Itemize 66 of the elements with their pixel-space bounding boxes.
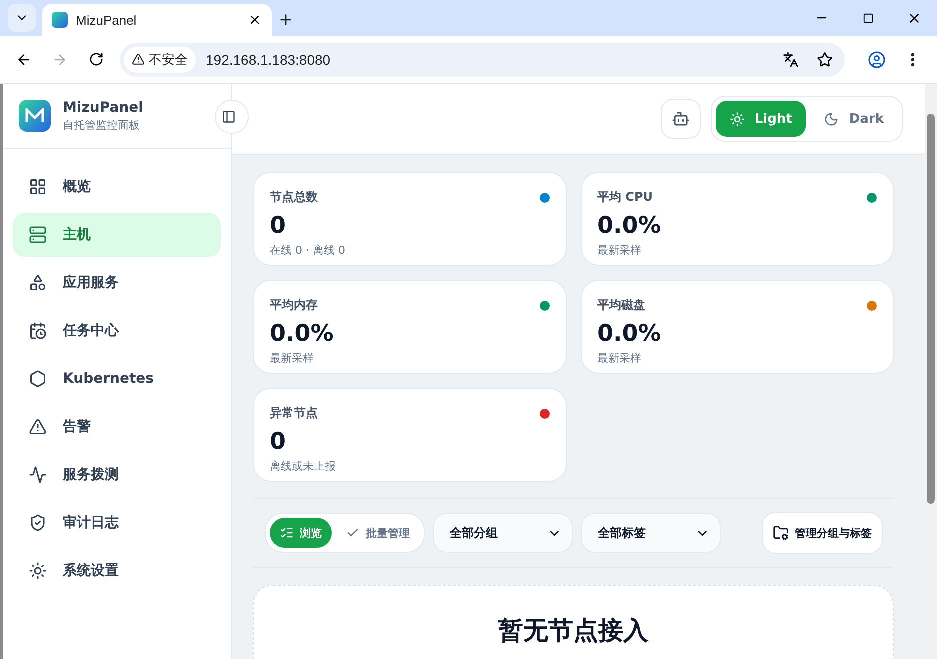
browser-tab[interactable]: MizuPanel bbox=[42, 4, 272, 36]
sun-icon bbox=[730, 112, 745, 126]
sidebar-item[interactable]: 应用服务 bbox=[13, 261, 221, 305]
hexagon-icon bbox=[29, 370, 47, 388]
robot-button[interactable] bbox=[660, 99, 701, 139]
settings-icon bbox=[29, 562, 47, 580]
brand-name: MizuPanel bbox=[63, 100, 144, 116]
grid-icon bbox=[29, 178, 47, 196]
sidebar-item[interactable]: 主机 bbox=[13, 213, 221, 257]
sidebar-item[interactable]: 任务中心 bbox=[13, 309, 221, 353]
filter-select[interactable]: 全部标签 bbox=[581, 513, 721, 553]
theme-option[interactable]: Dark bbox=[810, 101, 898, 137]
panel-icon bbox=[222, 110, 236, 124]
manage-groups-button[interactable]: 管理分组与标签 bbox=[762, 512, 883, 554]
stat-value: 0 bbox=[270, 429, 288, 455]
maximize-icon bbox=[862, 12, 874, 24]
stat-note: 最新采样 bbox=[598, 351, 642, 366]
sidebar-item[interactable]: Kubernetes bbox=[13, 357, 221, 401]
warning-icon bbox=[29, 418, 47, 436]
stat-title: 异常节点 bbox=[270, 405, 318, 422]
sidebar-item[interactable]: 服务拨测 bbox=[13, 453, 221, 497]
stat-note: 在线 0 · 离线 0 bbox=[270, 243, 346, 258]
warning-icon bbox=[132, 53, 145, 66]
folder-gear-icon bbox=[773, 525, 789, 541]
sidebar-item[interactable]: 告警 bbox=[13, 405, 221, 449]
stat-value: 0.0% bbox=[598, 213, 662, 239]
site-favicon bbox=[52, 12, 68, 28]
stat-value: 0 bbox=[270, 213, 288, 239]
calendar-clock-icon bbox=[29, 322, 47, 340]
url-text[interactable]: 192.168.1.183:8080 bbox=[206, 52, 773, 68]
close-icon[interactable] bbox=[248, 13, 262, 27]
sidebar-item[interactable]: 审计日志 bbox=[13, 501, 221, 545]
bookmark-star-icon[interactable] bbox=[817, 52, 833, 68]
stat-title: 平均内存 bbox=[270, 297, 318, 314]
pulse-icon bbox=[29, 466, 47, 484]
scrollbar[interactable] bbox=[925, 84, 937, 659]
tab-title: MizuPanel bbox=[76, 12, 138, 28]
logo-icon bbox=[19, 100, 51, 132]
stat-title: 节点总数 bbox=[270, 189, 318, 206]
list-icon bbox=[280, 526, 294, 540]
stat-title: 平均磁盘 bbox=[598, 297, 646, 314]
stat-note: 最新采样 bbox=[270, 351, 315, 366]
menu-icon bbox=[911, 52, 915, 66]
sidebar-item[interactable]: 系统设置 bbox=[13, 549, 221, 593]
translate-icon[interactable] bbox=[783, 52, 799, 68]
stat-value: 0.0% bbox=[598, 321, 662, 347]
stat-title: 平均 CPU bbox=[598, 189, 654, 206]
stat-value: 0.0% bbox=[270, 321, 335, 347]
shapes-icon bbox=[29, 274, 47, 292]
new-tab-icon[interactable] bbox=[278, 12, 294, 28]
sidebar-item[interactable]: 概览 bbox=[13, 165, 221, 209]
filter-select[interactable]: 全部分组 bbox=[433, 513, 573, 553]
server-icon bbox=[29, 226, 47, 244]
user-icon bbox=[868, 50, 886, 68]
arrow-right-icon bbox=[52, 52, 68, 68]
sidebar-toggle-button[interactable] bbox=[215, 100, 249, 134]
stat-note: 离线或未上报 bbox=[270, 459, 337, 474]
moon-icon bbox=[824, 112, 840, 126]
empty-state-title: 暂无节点接入 bbox=[498, 615, 648, 647]
brand-subtitle: 自托管监控面板 bbox=[63, 118, 141, 132]
shield-check-icon bbox=[29, 514, 47, 532]
stat-note: 最新采样 bbox=[598, 243, 642, 258]
robot-icon bbox=[672, 110, 690, 128]
reload-icon bbox=[88, 52, 104, 67]
security-chip[interactable]: 不安全 bbox=[124, 46, 196, 72]
view-mode-option[interactable]: 批量管理 bbox=[336, 518, 420, 548]
